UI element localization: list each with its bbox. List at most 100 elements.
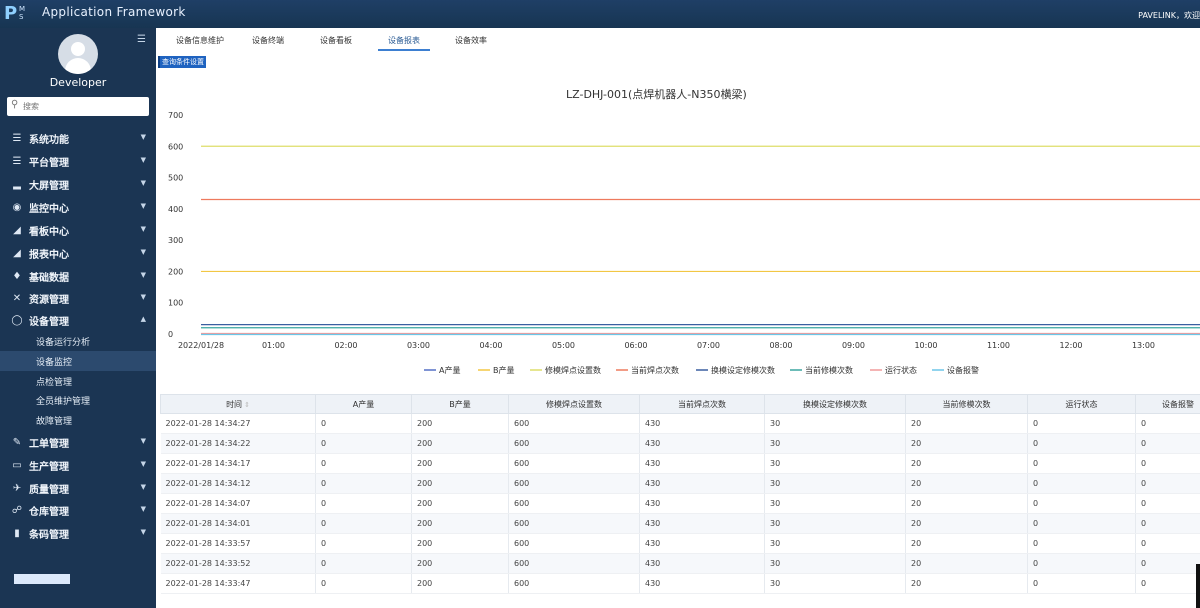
table-cell: 0 [1027,453,1136,474]
sidebar-item-platform[interactable]: ☰ 平台管理 ▼ [0,150,156,172]
sidebar-item-system[interactable]: ☰ 系统功能 ▼ [0,127,156,149]
table-cell: 600 [508,413,640,434]
column-header-time[interactable]: 时间 ⇕ [160,394,316,414]
gauge-icon: ◉ [12,201,22,213]
sidebar-item-kanban[interactable]: ◢ 看板中心 ▼ [0,219,156,241]
table-cell: 30 [764,553,906,574]
chevron-down-icon: ▼ [140,202,146,210]
legend-label[interactable]: 当前修模次数 [805,365,853,375]
bottom-action-button[interactable] [14,574,70,584]
sidebar-item-workorder[interactable]: ✎ 工单管理 ▼ [0,431,156,453]
sidebar-subitem-fault[interactable]: 故障管理 [0,410,156,430]
table-cell: 430 [639,473,765,494]
sidebar-item-warehouse[interactable]: ☍ 仓库管理 ▼ [0,499,156,521]
area-chart-icon: ◢ [13,247,21,259]
table-cell: 0 [1135,433,1200,454]
table-cell: 2022-01-28 14:33:57 [160,533,316,554]
table-cell: 2022-01-28 14:34:22 [160,433,316,454]
table-cell: 600 [508,433,640,454]
sort-icon[interactable]: ⇕ [244,401,250,409]
chevron-down-icon: ▼ [140,483,146,491]
x-tick-label: 12:00 [1059,341,1082,350]
tab-device-report[interactable]: 设备报表 [388,35,420,46]
x-tick-label: 2022/01/28 [178,341,224,350]
y-tick-label: 400 [168,205,183,214]
tab-device-terminal[interactable]: 设备终端 [252,35,284,46]
sidebar-item-resource[interactable]: ✕ 资源管理 ▼ [0,287,156,309]
sidebar-subitem-inspection[interactable]: 点检管理 [0,371,156,391]
table-row[interactable]: 2022-01-28 14:34:07 0 200 600 430 30 20 0 0 [160,493,1200,514]
tab-device-kanban[interactable]: 设备看板 [320,35,352,46]
sidebar-subitem-device-monitor[interactable]: 设备监控 [0,351,156,371]
table-row[interactable]: 2022-01-28 14:33:57 0 200 600 430 30 20 0 0 [160,533,1200,554]
network-icon: ☍ [11,504,23,516]
sidebar-item-production[interactable]: ▭ 生产管理 ▼ [0,454,156,476]
legend-label[interactable]: 运行状态 [885,365,917,375]
table-cell: 600 [508,513,640,534]
search-icon: ⚲ [11,99,19,110]
sidebar-item-basedata[interactable]: ♦ 基础数据 ▼ [0,265,156,287]
list-icon: ☰ [12,132,22,144]
table-cell: 0 [1027,493,1136,514]
x-tick-label: 13:00 [1132,341,1155,350]
table-cell: 430 [639,513,765,534]
barcode-icon: ▮ [14,527,20,539]
table-cell: 0 [1135,553,1200,574]
bar-chart-icon: ▂ [13,178,21,190]
scrollbar-thumb[interactable] [1196,564,1200,608]
sidebar-subitem-device-analysis[interactable]: 设备运行分析 [0,331,156,351]
column-header: 当前焊点次数 [639,394,765,414]
column-header: 换模设定修模次数 [764,394,906,414]
chevron-down-icon: ▼ [140,271,146,279]
table-row[interactable]: 2022-01-28 14:33:52 0 200 600 430 30 20 0 0 [160,553,1200,574]
avatar-head [71,42,85,56]
sidebar-toggle-icon[interactable]: ☰ [137,34,149,45]
avatar[interactable] [58,34,98,74]
app-logo[interactable]: P M S [4,3,40,25]
column-header: B产量 [411,394,509,414]
legend-label[interactable]: 换模设定修模次数 [711,365,775,375]
search-input[interactable] [23,99,143,113]
legend-label[interactable]: 当前焊点次数 [631,365,679,375]
sidebar-item-quality[interactable]: ✈ 质量管理 ▼ [0,477,156,499]
query-settings-button[interactable]: 查询条件设置 [158,56,206,68]
table-row[interactable]: 2022-01-28 14:33:47 0 200 600 430 30 20 0 0 [160,573,1200,594]
tab-device-info[interactable]: 设备信息维护 [176,35,224,46]
table-cell: 2022-01-28 14:33:52 [160,553,316,574]
table-cell: 200 [411,573,509,594]
sidebar-item-bigscreen[interactable]: ▂ 大屏管理 ▼ [0,173,156,195]
table-row[interactable]: 2022-01-28 14:34:01 0 200 600 430 30 20 0 0 [160,513,1200,534]
app-title: Application Framework [42,5,186,19]
legend-label[interactable]: A产量 [439,365,460,375]
x-tick-label: 01:00 [262,341,285,350]
table-row[interactable]: 2022-01-28 14:34:17 0 200 600 430 30 20 0 0 [160,453,1200,474]
sidebar-search: ⚲ [7,97,149,116]
sidebar-item-device[interactable]: ◯ 设备管理 ▲ [0,309,156,331]
list-icon: ☰ [12,155,22,167]
user-greeting[interactable]: PAVELINK，欢迎 [1138,10,1200,21]
table-row[interactable]: 2022-01-28 14:34:22 0 200 600 430 30 20 0 0 [160,433,1200,454]
sidebar-item-report[interactable]: ◢ 报表中心 ▼ [0,242,156,264]
table-cell: 0 [1135,513,1200,534]
table-cell: 0 [315,553,412,574]
legend-label[interactable]: 设备报警 [947,365,979,375]
logo-stack: M S [19,5,26,21]
sidebar-item-barcode[interactable]: ▮ 条码管理 ▼ [0,522,156,544]
shield-icon: ◯ [11,314,23,326]
sidebar-subitem-maintenance[interactable]: 全员维护管理 [0,390,156,410]
x-tick-label: 06:00 [624,341,647,350]
legend-label[interactable]: B产量 [493,365,515,375]
table-cell: 430 [639,493,765,514]
sidebar-item-monitor[interactable]: ◉ 监控中心 ▼ [0,196,156,218]
table-row[interactable]: 2022-01-28 14:34:27 0 200 600 430 30 20 0 0 [160,413,1200,434]
edit-icon: ✎ [12,436,22,448]
table-cell: 20 [905,513,1028,534]
chevron-down-icon: ▼ [140,528,146,536]
x-tick-label: 09:00 [842,341,865,350]
legend-label[interactable]: 修模焊点设置数 [545,365,601,375]
table-cell: 600 [508,553,640,574]
table-row[interactable]: 2022-01-28 14:34:12 0 200 600 430 30 20 0 0 [160,473,1200,494]
table-cell: 0 [315,513,412,534]
tab-device-efficiency[interactable]: 设备效率 [455,35,487,46]
chevron-down-icon: ▼ [140,437,146,445]
